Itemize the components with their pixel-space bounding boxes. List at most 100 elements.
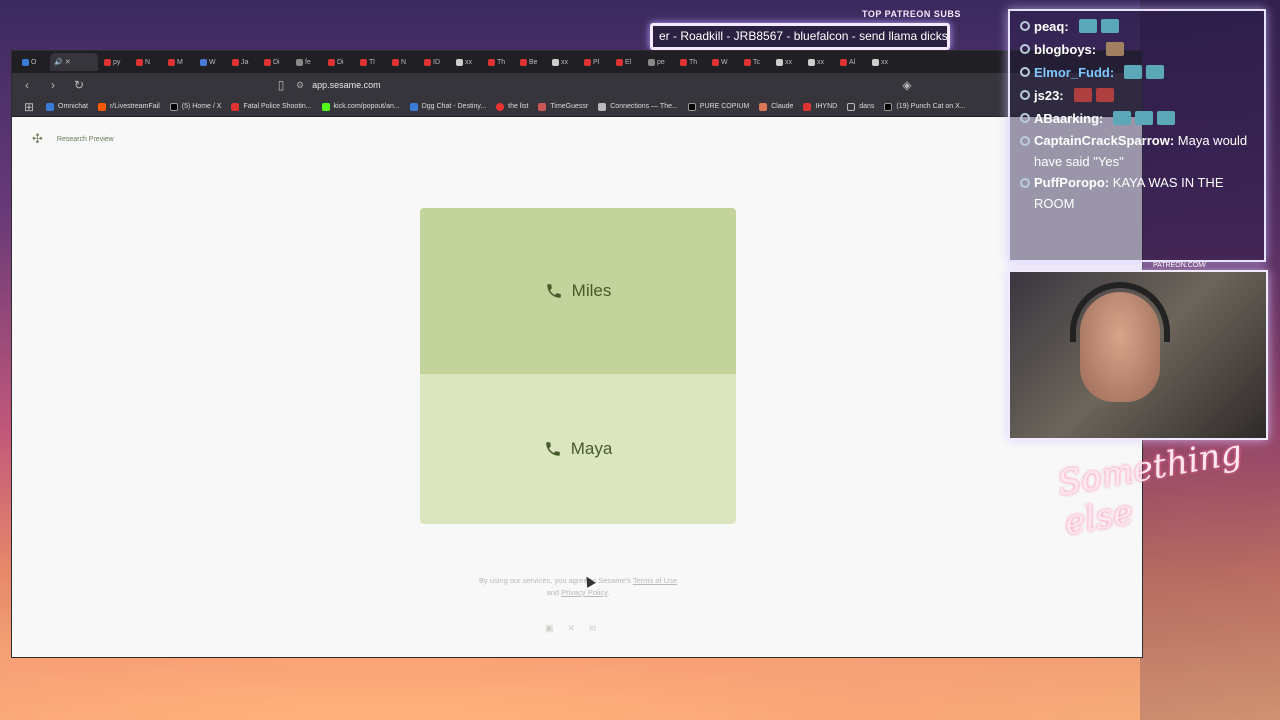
miles-label: Miles bbox=[571, 281, 612, 300]
tab-favicon-icon bbox=[616, 58, 623, 66]
tab[interactable]: W bbox=[708, 53, 738, 71]
emote-icon bbox=[1146, 65, 1165, 79]
bookmark-icon[interactable]: ▯ bbox=[274, 78, 288, 92]
research-preview-label: Research Preview bbox=[56, 135, 114, 143]
tab[interactable]: Di bbox=[260, 53, 290, 71]
bookmark[interactable]: Connections — The... bbox=[598, 102, 678, 111]
tab[interactable]: pe bbox=[644, 53, 674, 71]
emotes bbox=[1124, 65, 1165, 79]
bookmark-favicon-icon bbox=[231, 102, 240, 111]
bookmark[interactable]: the list bbox=[496, 102, 528, 111]
address-text: app.sesame.com bbox=[312, 80, 381, 90]
x-icon[interactable]: ✕ bbox=[568, 623, 576, 634]
call-maya-button[interactable]: Maya bbox=[420, 374, 736, 524]
chat-message: peaq: bbox=[1020, 15, 1254, 38]
tab-favicon-icon bbox=[328, 58, 335, 66]
reload-icon[interactable]: ↻ bbox=[72, 78, 86, 92]
voice-cards: Miles Maya bbox=[420, 208, 736, 524]
bookmark[interactable]: IHYND bbox=[803, 102, 837, 111]
maya-label: Maya bbox=[570, 439, 613, 458]
bookmark-favicon-icon bbox=[97, 102, 106, 111]
patreon-title: TOP PATREON SUBS bbox=[862, 9, 961, 19]
tab-bar: O 🔊 ✕ py N M W Ja Di fe Di Tl N ID xx Th … bbox=[12, 51, 1142, 73]
emotes bbox=[1106, 42, 1125, 56]
webcam-feed: PATREON.COM/ bbox=[1008, 262, 1268, 440]
bookmark[interactable]: Claude bbox=[759, 102, 793, 111]
chat-message: PuffPoropo: KAYA WAS IN THE ROOM bbox=[1020, 172, 1254, 214]
tab[interactable]: Tl bbox=[356, 53, 386, 71]
tab-favicon-icon bbox=[584, 58, 591, 66]
emote-icon bbox=[1078, 19, 1097, 33]
browser-window: O 🔊 ✕ py N M W Ja Di fe Di Tl N ID xx Th … bbox=[11, 50, 1143, 658]
bookmark-favicon-icon bbox=[46, 102, 54, 111]
tab[interactable]: Tc bbox=[740, 53, 770, 71]
tab-favicon-icon bbox=[264, 58, 271, 66]
site-info-icon[interactable]: ⚙ bbox=[296, 80, 304, 91]
tab[interactable]: Di bbox=[324, 53, 354, 71]
apps-icon[interactable]: ⊞ bbox=[22, 100, 36, 114]
emotes bbox=[1078, 19, 1119, 33]
phone-icon bbox=[545, 442, 560, 456]
tab[interactable]: xx bbox=[868, 53, 898, 71]
tab[interactable]: El bbox=[612, 53, 642, 71]
tab[interactable]: xx bbox=[772, 53, 802, 71]
bookmark[interactable]: (19) Punch Cat on X... bbox=[884, 102, 966, 111]
tab[interactable]: Be bbox=[516, 53, 546, 71]
bookmark[interactable]: r/LivestreamFail bbox=[97, 102, 160, 111]
tab-favicon-icon bbox=[744, 58, 751, 66]
tab-favicon-icon bbox=[104, 58, 111, 66]
user-badge-icon bbox=[1020, 136, 1030, 146]
bookmark[interactable]: Dgg Chat - Destiny... bbox=[409, 102, 486, 111]
tab[interactable]: xx bbox=[548, 53, 578, 71]
user-badge-icon bbox=[1020, 178, 1030, 188]
tab-favicon-icon bbox=[200, 58, 207, 66]
chat-message: CaptainCrackSparrow: Maya would have sai… bbox=[1020, 130, 1254, 172]
tab-active[interactable]: 🔊 ✕ bbox=[50, 53, 98, 71]
call-miles-button[interactable]: Miles bbox=[420, 208, 736, 374]
bookmark[interactable]: Fatal Police Shootin... bbox=[231, 102, 312, 111]
tab[interactable]: xx bbox=[452, 53, 482, 71]
tab-favicon-icon bbox=[22, 58, 29, 66]
bookmark[interactable]: TimeGuessr bbox=[538, 102, 588, 111]
close-icon[interactable]: ✕ bbox=[65, 58, 71, 66]
tab[interactable]: Th bbox=[484, 53, 514, 71]
terms-of-use-link[interactable]: Terms of Use bbox=[633, 576, 677, 585]
linkedin-icon[interactable]: in bbox=[589, 623, 596, 634]
address-bar[interactable]: ▯ ⚙ app.sesame.com bbox=[268, 76, 888, 94]
tab[interactable]: M bbox=[164, 53, 194, 71]
privacy-policy-link[interactable]: Privacy Policy bbox=[561, 588, 607, 597]
tab-favicon-icon bbox=[872, 58, 879, 66]
tab-favicon-icon bbox=[648, 58, 655, 66]
forward-icon[interactable]: › bbox=[46, 78, 60, 92]
emote-icon bbox=[1157, 111, 1176, 125]
tab[interactable]: Ja bbox=[228, 53, 258, 71]
bookmark[interactable]: Omnichat bbox=[46, 102, 88, 111]
user-badge-icon bbox=[1020, 113, 1030, 123]
bookmark[interactable]: PURE COPIUM bbox=[687, 102, 749, 111]
bookmark-favicon-icon bbox=[687, 102, 696, 111]
tab[interactable]: N bbox=[388, 53, 418, 71]
streamer-face bbox=[1080, 292, 1160, 402]
bookmark[interactable]: (5) Home / X bbox=[169, 102, 221, 111]
tab[interactable]: Pl bbox=[580, 53, 610, 71]
discord-icon[interactable]: ▣ bbox=[545, 623, 554, 634]
extension-icon[interactable]: ◈ bbox=[900, 78, 914, 92]
tab[interactable]: O bbox=[18, 53, 48, 71]
emote-icon bbox=[1124, 65, 1143, 79]
bookmark-folder[interactable]: dans bbox=[847, 102, 874, 111]
bookmark[interactable]: kick.com/popout/an... bbox=[321, 102, 400, 111]
sesame-logo-icon[interactable]: ✣ bbox=[32, 131, 43, 147]
tab[interactable]: Th bbox=[676, 53, 706, 71]
tab-favicon-icon bbox=[424, 58, 431, 66]
user-badge-icon bbox=[1020, 21, 1030, 31]
tab[interactable]: fe bbox=[292, 53, 322, 71]
tab[interactable]: Al bbox=[836, 53, 866, 71]
tab[interactable]: N bbox=[132, 53, 162, 71]
tab[interactable]: py bbox=[100, 53, 130, 71]
tab[interactable]: xx bbox=[804, 53, 834, 71]
back-icon[interactable]: ‹ bbox=[20, 78, 34, 92]
tab[interactable]: ID bbox=[420, 53, 450, 71]
bookmarks-bar: ⊞ Omnichat r/LivestreamFail (5) Home / X… bbox=[12, 97, 1142, 117]
tab[interactable]: W bbox=[196, 53, 226, 71]
folder-icon bbox=[847, 102, 856, 111]
